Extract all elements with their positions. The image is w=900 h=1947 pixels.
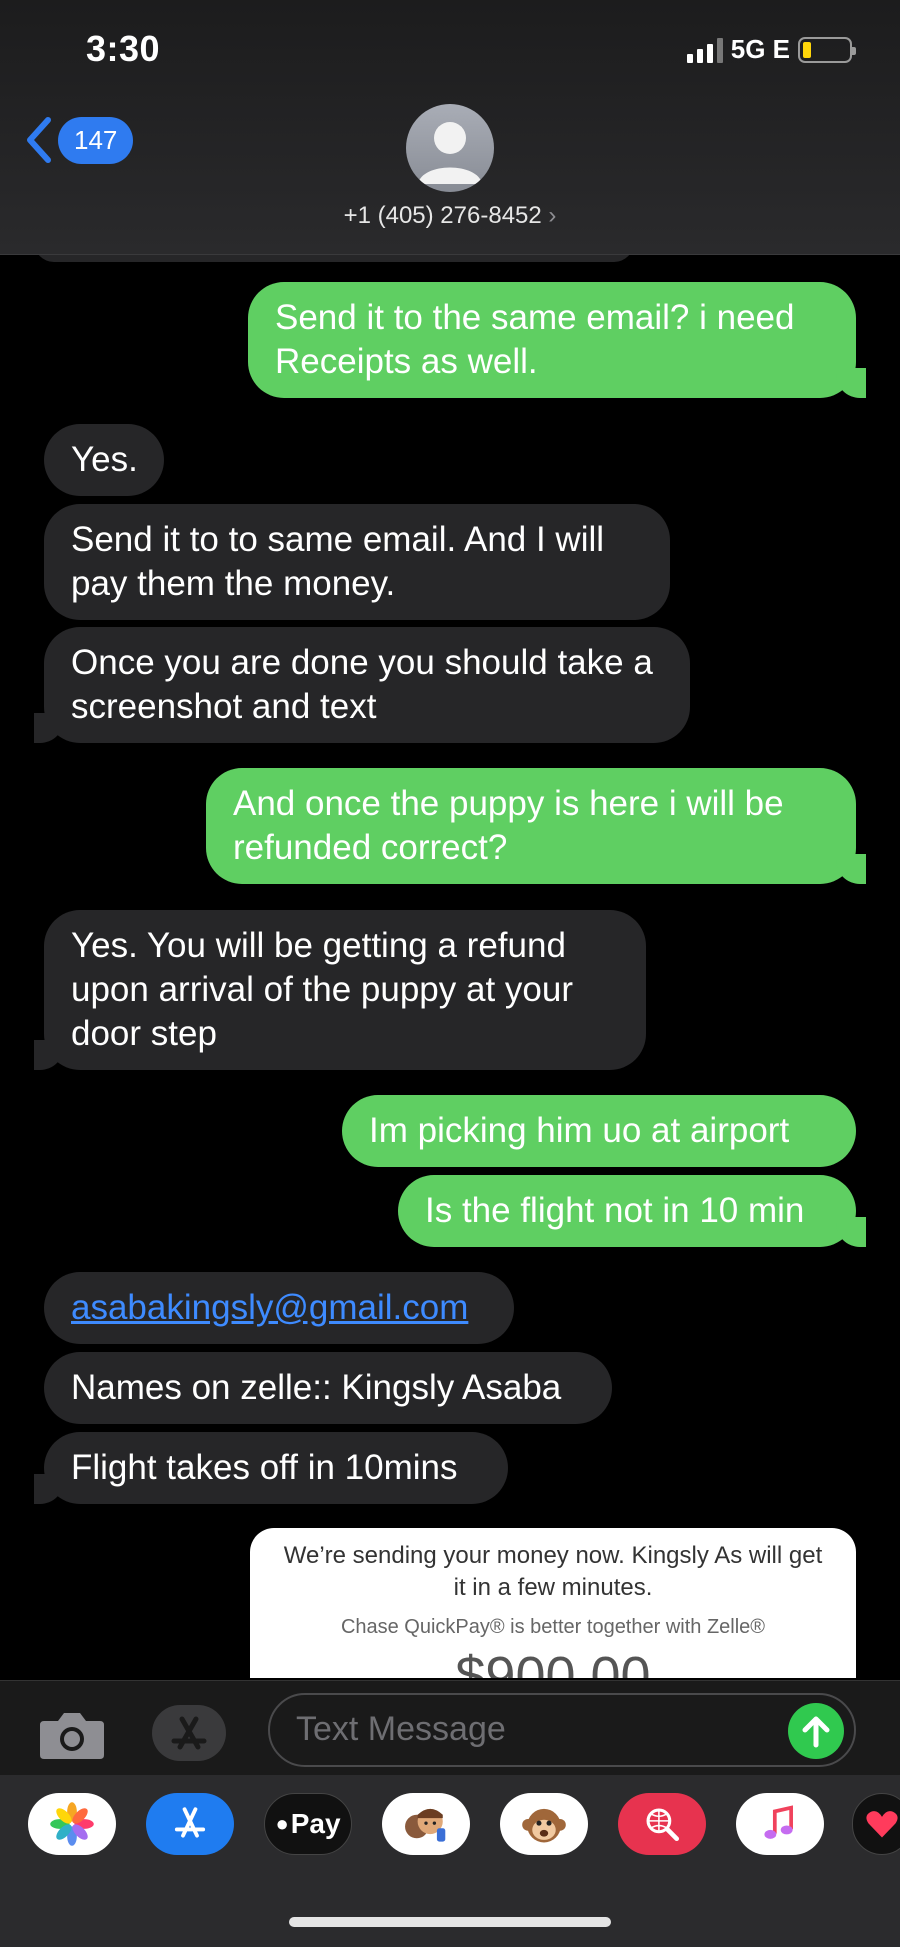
conversation-header: 3:30 5G E 147 +1 (405) 276-8452 › bbox=[0, 0, 900, 255]
payment-amount: $900.00 bbox=[455, 1646, 651, 1678]
message-incoming[interactable]: Yes. bbox=[44, 424, 164, 496]
arrow-up-icon bbox=[802, 1716, 830, 1748]
photos-icon[interactable] bbox=[28, 1793, 116, 1855]
battery-icon bbox=[798, 36, 856, 63]
animoji-icon[interactable] bbox=[500, 1793, 588, 1855]
signal-icon bbox=[686, 37, 723, 63]
send-button[interactable] bbox=[788, 1703, 844, 1759]
memoji-icon[interactable] bbox=[382, 1793, 470, 1855]
chevron-left-icon bbox=[27, 117, 51, 163]
home-indicator[interactable] bbox=[289, 1917, 611, 1927]
message-incoming[interactable]: asabakingsly@gmail.com bbox=[44, 1272, 514, 1344]
contact-name[interactable]: +1 (405) 276-8452 › bbox=[0, 202, 900, 230]
message-incoming[interactable]: Flight takes off in 10mins bbox=[34, 1432, 508, 1504]
message-outgoing[interactable]: Is the flight not in 10 min bbox=[398, 1175, 866, 1247]
payment-message: We’re sending your money now. Kingsly As… bbox=[283, 1542, 823, 1601]
text-message-input[interactable] bbox=[296, 1710, 776, 1749]
message-outgoing[interactable]: Im picking him uo at airport bbox=[342, 1095, 856, 1167]
message-input-bar bbox=[0, 1680, 900, 1775]
digital-touch-icon[interactable] bbox=[852, 1793, 900, 1855]
contact-avatar[interactable] bbox=[406, 104, 494, 192]
camera-icon[interactable] bbox=[38, 1709, 106, 1761]
unread-badge: 147 bbox=[58, 116, 134, 164]
apple-logo-icon: ● bbox=[275, 1811, 289, 1836]
music-icon[interactable] bbox=[736, 1793, 824, 1855]
back-button[interactable]: 147 bbox=[24, 116, 134, 164]
message-incoming[interactable]: Once you are done you should take a scre… bbox=[34, 627, 690, 743]
message-outgoing[interactable]: And once the puppy is here i will be ref… bbox=[206, 768, 866, 884]
person-icon bbox=[418, 122, 482, 184]
apps-button[interactable] bbox=[152, 1705, 226, 1761]
message-incoming[interactable]: Send it to to same email. And I will pay… bbox=[44, 504, 670, 620]
message-incoming[interactable]: Yes. You will be getting a refund upon a… bbox=[34, 910, 646, 1070]
apple-pay-icon[interactable]: ● Pay bbox=[264, 1793, 352, 1855]
message-field[interactable] bbox=[268, 1693, 856, 1767]
app-store-icon bbox=[171, 1716, 207, 1750]
chevron-right-icon: › bbox=[548, 202, 557, 229]
payment-subtext: Chase QuickPay® is better together with … bbox=[340, 1616, 766, 1638]
network-type: 5G E bbox=[730, 34, 790, 64]
web-search-icon[interactable] bbox=[618, 1793, 706, 1855]
message-outgoing[interactable]: Send it to the same email? i need Receip… bbox=[248, 282, 866, 398]
status-indicators: 5G E bbox=[686, 34, 856, 65]
status-time: 3:30 bbox=[86, 28, 161, 69]
payment-screenshot-card[interactable]: We’re sending your money now. Kingsly As… bbox=[250, 1528, 856, 1678]
message-incoming[interactable]: Names on zelle:: Kingsly Asaba bbox=[44, 1352, 612, 1424]
app-store-icon[interactable] bbox=[146, 1793, 234, 1855]
email-link[interactable]: asabakingsly@gmail.com bbox=[71, 1288, 468, 1327]
